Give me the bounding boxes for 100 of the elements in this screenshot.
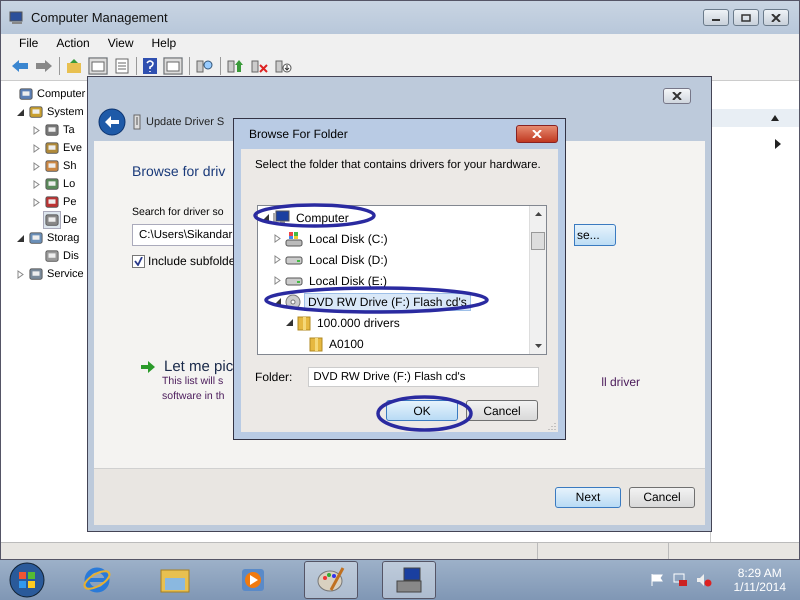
scroll-up-icon[interactable]: [534, 212, 542, 216]
tree-item[interactable]: Storag: [47, 232, 80, 244]
tree-item[interactable]: Pe: [63, 196, 76, 208]
scrollbar[interactable]: [529, 206, 546, 354]
tree-item-icon[interactable]: [18, 86, 34, 102]
paint-icon[interactable]: [304, 561, 358, 599]
scan-icon[interactable]: [196, 58, 214, 74]
next-button[interactable]: Next: [555, 486, 621, 508]
tree-item[interactable]: DVD RW Drive (F:) Flash cd's: [304, 292, 471, 310]
expand-arrow-icon[interactable]: [775, 139, 781, 149]
tree-item[interactable]: A0100: [326, 336, 367, 352]
cancel-button[interactable]: Cancel: [629, 486, 695, 508]
tree-item[interactable]: 100.000 drivers: [314, 314, 403, 330]
folder-label: Folder:: [255, 370, 292, 384]
arrow-icon[interactable]: [140, 360, 156, 374]
folder-field[interactable]: DVD RW Drive (F:) Flash cd's: [308, 367, 540, 387]
update-icon[interactable]: [227, 58, 245, 74]
pane-icon[interactable]: [163, 57, 183, 75]
close-button[interactable]: [516, 125, 558, 143]
tree-item[interactable]: Local Disk (D:): [306, 252, 391, 268]
tree-item[interactable]: Eve: [63, 142, 82, 154]
instruction-text: Select the folder that contains drivers for your hardware.: [255, 159, 542, 173]
close-button[interactable]: [663, 88, 691, 104]
tree-item[interactable]: Computer: [37, 88, 86, 100]
search-label: Search for driver so: [132, 206, 224, 220]
back-arrow-icon[interactable]: [11, 59, 29, 73]
tree-item-icon[interactable]: [44, 158, 60, 174]
back-button-icon[interactable]: [98, 108, 126, 136]
tree-item[interactable]: Dis: [63, 250, 79, 262]
device-icon: [133, 114, 141, 130]
tree-item-icon[interactable]: [44, 176, 60, 192]
tree-item-icon[interactable]: [28, 104, 44, 120]
uninstall-icon[interactable]: [251, 58, 269, 74]
list-icon[interactable]: [114, 58, 130, 74]
tree-item-icon[interactable]: [44, 212, 60, 228]
help-icon[interactable]: [143, 58, 157, 74]
drive-icon: [285, 254, 303, 264]
expander-icon[interactable]: [17, 108, 25, 116]
volume-muted-icon[interactable]: [696, 573, 712, 587]
drive-icon: [285, 230, 303, 246]
ok-button[interactable]: OK: [386, 400, 458, 421]
maximize-icon: [741, 14, 751, 22]
checkbox-label: Include subfolde: [148, 254, 236, 268]
option-description: ll driver: [601, 375, 640, 390]
browse-button[interactable]: se...: [574, 224, 616, 246]
option-description: software in th: [162, 390, 224, 404]
folder-up-icon[interactable]: [66, 58, 82, 74]
close-icon: [771, 14, 781, 22]
checkbox[interactable]: [132, 254, 145, 268]
tree-item[interactable]: Local Disk (E:): [306, 272, 390, 288]
tree-item[interactable]: Computer: [293, 210, 352, 226]
start-button[interactable]: [8, 561, 46, 599]
flag-icon[interactable]: [650, 573, 664, 587]
computer-management-icon[interactable]: [382, 561, 436, 599]
window-title: Computer Management: [31, 10, 168, 25]
tree-item-icon[interactable]: [44, 140, 60, 156]
folder-icon: [297, 314, 311, 330]
expander-icon[interactable]: [274, 297, 282, 306]
minimize-button[interactable]: [703, 9, 729, 26]
pane-icon[interactable]: [88, 57, 108, 75]
expander-icon[interactable]: [17, 234, 25, 242]
dialog-title: Browse For Folder: [249, 127, 348, 141]
option-description: This list will s: [162, 375, 224, 389]
menu-item[interactable]: View: [108, 36, 134, 50]
resize-grip-icon[interactable]: [548, 422, 556, 430]
maximize-button[interactable]: [733, 9, 759, 26]
option-title[interactable]: Let me pic: [164, 358, 234, 375]
disc-icon: [285, 294, 301, 310]
menu-item[interactable]: Action: [56, 36, 90, 50]
tree-item-icon[interactable]: [28, 230, 44, 246]
wizard-title: Update Driver S: [146, 116, 224, 128]
tree-item[interactable]: Local Disk (C:): [306, 230, 391, 246]
wizard-heading: Browse for driv: [132, 162, 226, 181]
forward-arrow-icon[interactable]: [35, 59, 53, 73]
tree-item[interactable]: Ta: [63, 124, 75, 136]
tree-item[interactable]: Sh: [63, 160, 76, 172]
folder-icon: [309, 336, 323, 352]
collapse-icon[interactable]: [771, 115, 779, 121]
tree-item-icon[interactable]: [44, 122, 60, 138]
network-icon[interactable]: [672, 573, 688, 587]
expander-icon[interactable]: [262, 213, 270, 222]
tree-item[interactable]: Service: [47, 268, 84, 280]
menu-item[interactable]: File: [19, 36, 38, 50]
tree-item[interactable]: System: [47, 106, 84, 118]
computer-icon: [273, 210, 290, 225]
drive-icon: [285, 276, 303, 286]
tree-item-icon[interactable]: [44, 248, 60, 264]
close-button[interactable]: [763, 9, 789, 26]
scroll-thumb[interactable]: [531, 232, 545, 250]
tree-item-icon[interactable]: [28, 266, 44, 282]
close-icon: [672, 92, 682, 100]
expander-icon[interactable]: [286, 318, 294, 327]
computer-icon: [9, 10, 25, 24]
scroll-down-icon[interactable]: [534, 344, 542, 348]
tree-item-icon[interactable]: [44, 194, 60, 210]
menu-item[interactable]: Help: [152, 36, 176, 50]
cancel-button[interactable]: Cancel: [466, 400, 538, 421]
install-icon[interactable]: [275, 58, 293, 74]
tree-item[interactable]: De: [63, 214, 78, 226]
tree-item[interactable]: Lo: [63, 178, 76, 190]
